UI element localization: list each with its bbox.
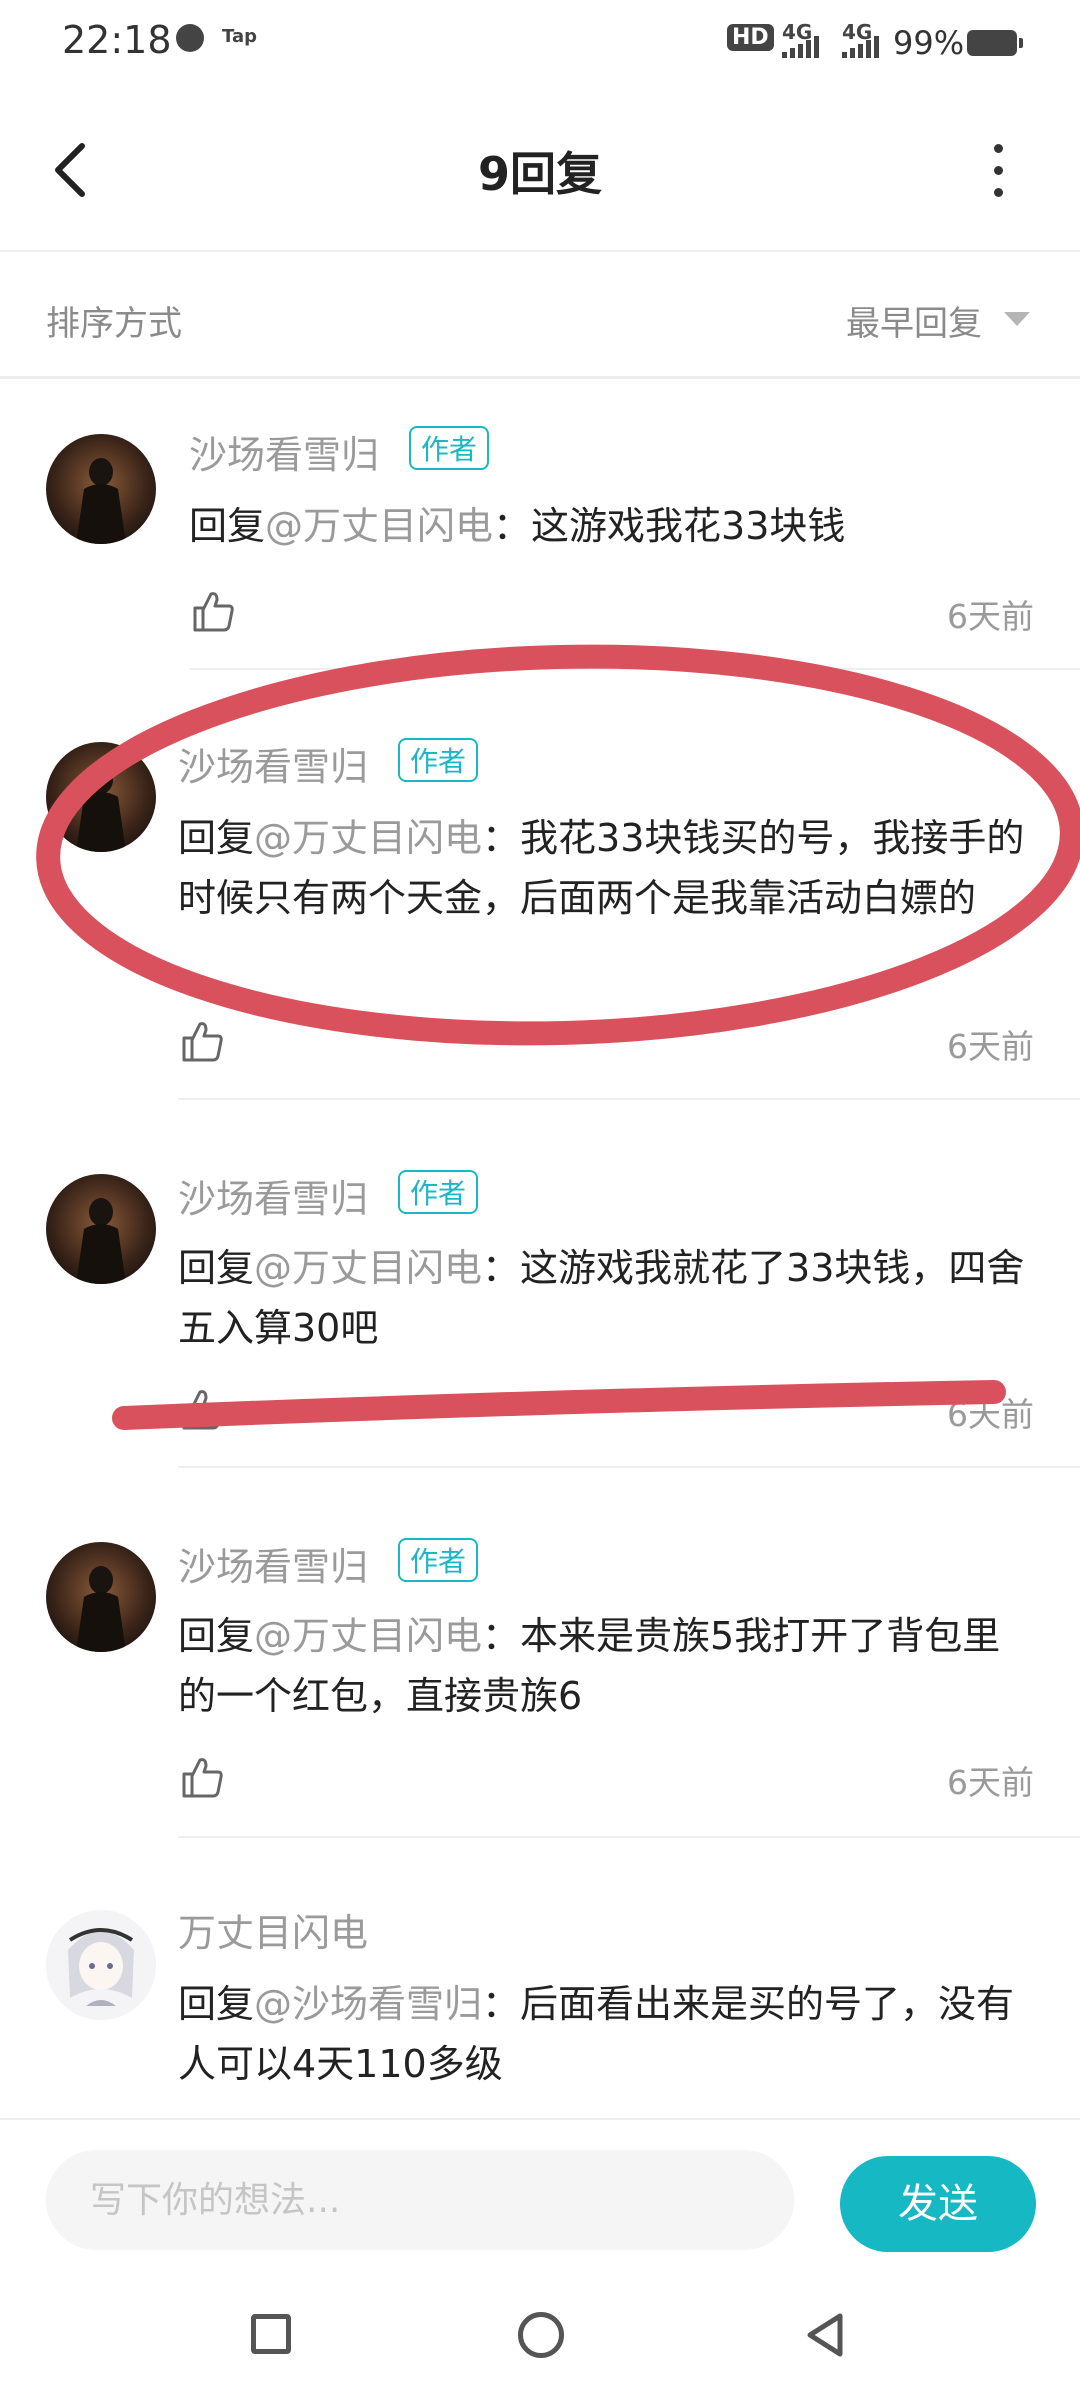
comment-body: ：这游戏我花33块钱 [493,504,846,548]
page-title: 9回复 [477,147,602,201]
timestamp: 6天前 [947,597,1034,636]
divider [189,668,1080,670]
username[interactable]: 沙场看雪归 [189,424,379,479]
signal-bars-icon [842,36,879,58]
status-bar: 22:18 Tap HD 4G 4G 99% [0,0,1080,90]
reply-prefix: 回复 [189,504,266,548]
comment-text: 回复@万丈目闪电：我花33块钱买的号，我接手的时候只有两个天金，后面两个是我靠活… [178,808,1034,928]
mention-link[interactable]: @万丈目闪电 [265,504,493,548]
comment-text: 回复@万丈目闪电：这游戏我花33块钱 [189,496,1034,556]
sort-bar: 排序方式 最早回复 [0,252,1080,379]
hd-voice-icon: HD [727,24,774,51]
timestamp: 6天前 [947,1763,1034,1802]
home-icon[interactable] [518,2312,564,2358]
top-app-bar: 9回复 [0,90,1080,252]
reply-input[interactable] [46,2150,794,2250]
annotation-strike-line [112,1380,1006,1430]
avatar-image [46,434,156,544]
send-button[interactable]: 发送 [840,2156,1036,2252]
battery-percent: 99% [893,24,965,62]
comment-text: 回复@万丈目闪电：本来是贵族5我打开了背包里的一个红包，直接贵族6 [178,1606,1034,1726]
username[interactable]: 万丈目闪电 [178,1902,368,1957]
author-badge: 作者 [398,1538,479,1582]
avatar[interactable] [46,434,156,544]
tap-notification-icon: Tap [222,26,257,47]
status-time: 22:18 [62,18,172,62]
caret-down-icon[interactable] [1004,312,1030,326]
mention-link[interactable]: @沙场看雪归 [254,1982,482,2026]
globe-icon [176,24,204,52]
sort-label: 排序方式 [46,304,182,344]
avatar[interactable] [46,1174,156,1284]
mention-link[interactable]: @万丈目闪电 [254,1614,482,1658]
signal-bars-icon [782,36,819,58]
timestamp: 6天前 [947,1395,1034,1434]
divider [178,1098,1080,1100]
thumbs-up-icon[interactable] [189,588,237,634]
recents-icon[interactable] [251,2314,291,2354]
comment-text: 回复@沙场看雪归：后面看出来是买的号了，没有人可以4天110多级 [178,1974,1034,2094]
mention-link[interactable]: @万丈目闪电 [254,1246,482,1290]
divider [178,1466,1080,1468]
avatar-image [46,1910,156,2020]
more-options-button[interactable] [968,138,1028,208]
thumbs-up-icon[interactable] [178,1018,226,1064]
reply-composer: 发送 [0,2118,1080,2278]
reply-prefix: 回复 [178,1982,255,2026]
back-triangle-icon[interactable] [800,2310,850,2360]
reply-prefix: 回复 [178,1246,255,1290]
dot [994,166,1003,175]
avatar-image [46,1174,156,1284]
avatar[interactable] [46,1910,156,2020]
timestamp: 6天前 [947,1027,1034,1066]
thumbs-up-icon[interactable] [178,1386,226,1432]
reply-prefix: 回复 [178,816,255,860]
username[interactable]: 沙场看雪归 [178,1168,368,1223]
divider [178,1836,1080,1838]
sort-dropdown[interactable]: 最早回复 [846,296,982,345]
avatar[interactable] [46,742,156,852]
author-badge: 作者 [398,1170,479,1214]
battery-icon [967,30,1023,56]
dot [994,144,1003,153]
avatar-image [46,1542,156,1652]
dot [994,188,1003,197]
username[interactable]: 沙场看雪归 [178,736,368,791]
author-badge: 作者 [409,426,490,470]
avatar-image [46,742,156,852]
author-badge: 作者 [398,738,479,782]
thumbs-up-icon[interactable] [178,1754,226,1800]
username[interactable]: 沙场看雪归 [178,1536,368,1591]
system-nav-bar [0,2276,1080,2400]
reply-prefix: 回复 [178,1614,255,1658]
mention-link[interactable]: @万丈目闪电 [254,816,482,860]
comment-text: 回复@万丈目闪电：这游戏我就花了33块钱，四舍五入算30吧 [178,1238,1034,1358]
avatar[interactable] [46,1542,156,1652]
